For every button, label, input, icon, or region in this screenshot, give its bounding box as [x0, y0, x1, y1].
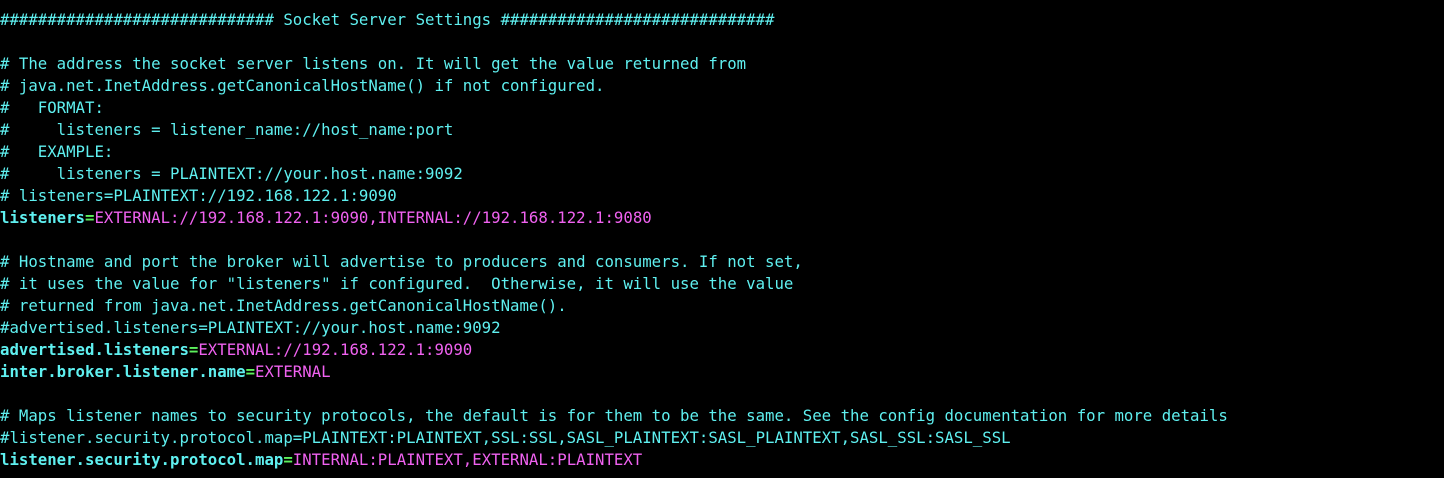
- setting-equals: =: [245, 362, 256, 381]
- setting-line-listener-security-protocol-map: listener.security.protocol.map=INTERNAL:…: [0, 449, 1444, 471]
- setting-line-advertised-listeners: advertised.listeners=EXTERNAL://192.168.…: [0, 339, 1444, 361]
- comment-line: # listeners=PLAINTEXT://192.168.122.1:90…: [0, 186, 397, 205]
- terminal-window[interactable]: ############################# Socket Ser…: [0, 0, 1444, 478]
- setting-value: INTERNAL:PLAINTEXT,EXTERNAL:PLAINTEXT: [292, 450, 643, 469]
- comment-line: # returned from java.net.InetAddress.get…: [0, 296, 567, 315]
- setting-key: advertised.listeners: [0, 340, 189, 359]
- setting-key: listener.security.protocol.map: [0, 450, 284, 469]
- setting-equals: =: [188, 340, 199, 359]
- setting-key: listeners: [0, 208, 86, 227]
- setting-value: EXTERNAL://192.168.122.1:9090,INTERNAL:/…: [94, 208, 652, 227]
- section-header-comment: ############################# Socket Ser…: [0, 10, 775, 29]
- comment-line: # listeners = PLAINTEXT://your.host.name…: [0, 164, 463, 183]
- setting-key: inter.broker.listener.name: [0, 362, 246, 381]
- comment-line: # The address the socket server listens …: [0, 54, 747, 73]
- comment-line: # Hostname and port the broker will adve…: [0, 252, 803, 271]
- setting-value: EXTERNAL://192.168.122.1:9090: [198, 340, 473, 359]
- setting-line-listeners: listeners=EXTERNAL://192.168.122.1:9090,…: [0, 207, 1444, 229]
- comment-line: #advertised.listeners=PLAINTEXT://your.h…: [0, 318, 501, 337]
- comment-line: # java.net.InetAddress.getCanonicalHostN…: [0, 76, 605, 95]
- setting-line-inter-broker-listener-name: inter.broker.listener.name=EXTERNAL: [0, 361, 1444, 383]
- comment-line: #listener.security.protocol.map=PLAINTEX…: [0, 428, 1011, 447]
- comment-line: # it uses the value for "listeners" if c…: [0, 274, 794, 293]
- comment-line: # Maps listener names to security protoc…: [0, 406, 1228, 425]
- comment-line: # EXAMPLE:: [0, 142, 114, 161]
- setting-equals: =: [283, 450, 293, 469]
- comment-line: # FORMAT:: [0, 98, 104, 117]
- setting-value: EXTERNAL: [255, 362, 331, 381]
- comment-line: # listeners = listener_name://host_name:…: [0, 120, 454, 139]
